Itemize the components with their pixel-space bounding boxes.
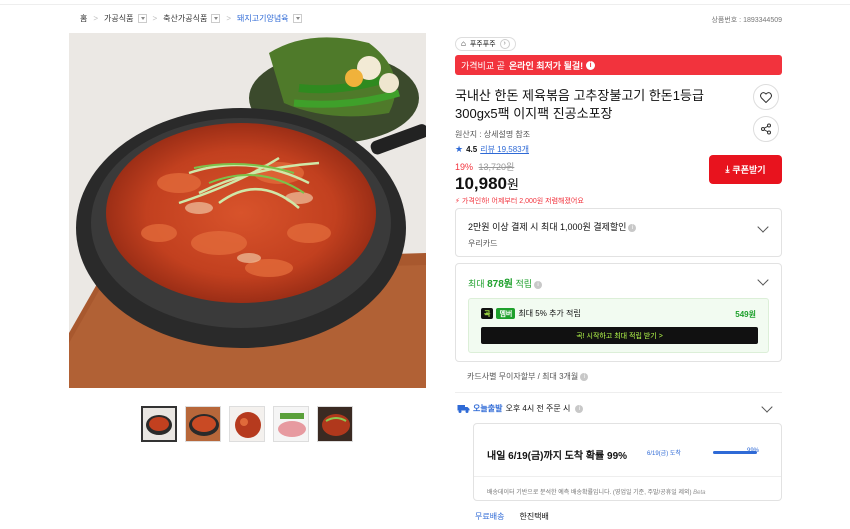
delivery-time: 오후 4시 전 주문 시 <box>505 404 571 413</box>
tab-free-shipping[interactable]: 무료배송 <box>475 511 504 522</box>
breadcrumb: 홈 > 가공식품 > 축산가공식품 > 돼지고기양념육 <box>80 13 302 24</box>
card-benefit-title: 2만원 이상 결제 시 최대 1,000원 결제할인 i <box>468 220 637 233</box>
membership-cta-button[interactable]: 곡! 시작하고 최대 적립 받기 > <box>481 327 758 344</box>
info-icon: i <box>586 60 596 70</box>
points-amount: 878원 <box>487 279 513 290</box>
forecast-note: 배송데이터 기반으로 분석한 예측 배송확률입니다. (영업일 기준, 주말/공… <box>487 487 706 496</box>
coupon-button[interactable]: ⤓ 쿠폰받기 <box>709 155 782 184</box>
delivery-header: 오늘출발 오후 4시 전 주문 시 i <box>457 403 584 414</box>
info-icon: i <box>534 280 543 289</box>
heart-icon <box>760 91 772 103</box>
thumbnail-list <box>141 406 353 442</box>
card-benefit-text: 2만원 이상 결제 시 최대 1,000원 결제할인 <box>468 222 627 232</box>
dropdown-icon[interactable] <box>292 14 302 23</box>
dropdown-icon[interactable] <box>137 14 147 23</box>
thumbnail-3[interactable] <box>229 406 265 442</box>
price-drop-icon: ⚡ <box>455 198 460 205</box>
price-drop-notice: ⚡ 가격인하! 어제부터 2,000원 저렴해졌어요 <box>455 196 782 206</box>
chevron-down-icon[interactable] <box>757 221 769 233</box>
member-badge-2: 멤버 <box>496 308 516 319</box>
member-badge-1: 곡 <box>481 308 494 319</box>
points-prefix: 최대 <box>468 279 485 289</box>
share-icon <box>761 123 771 135</box>
shipping-tabs: 무료배송 한진택배 <box>475 511 549 522</box>
installment-info: 카드사별 무이자할부 / 최대 3개월 i <box>467 371 589 382</box>
chevron-down-icon[interactable] <box>757 274 769 286</box>
membership-cta-label: 곡! 시작하고 최대 적립 받기 > <box>576 332 663 340</box>
banner-emphasis: 온라인 최저가 될걸! <box>508 60 584 71</box>
chevron-right-icon: › <box>499 38 510 49</box>
beta-label: Beta <box>693 490 706 496</box>
banner-prefix: 가격비교 곧 <box>461 60 505 71</box>
top-divider <box>0 4 850 5</box>
reviews-link[interactable]: 리뷰 19,583개 <box>480 144 529 155</box>
chevron-right-icon: > <box>93 14 99 23</box>
info-icon: i <box>580 372 589 381</box>
chevron-down-icon[interactable] <box>761 401 773 413</box>
thumbnail-4[interactable] <box>273 406 309 442</box>
thumbnail-2[interactable] <box>185 406 221 442</box>
promo-text: 가격인하! 어제부터 2,000원 저렴해졌어요 <box>461 198 584 205</box>
share-button[interactable] <box>753 116 779 142</box>
chevron-right-icon: > <box>152 14 158 23</box>
store-name: 푸주푸주 <box>469 40 496 48</box>
bar-label: 6/19(금) 도착 <box>647 451 681 457</box>
wishlist-button[interactable] <box>753 84 779 110</box>
coupon-label: 쿠폰받기 <box>732 165 766 175</box>
membership-panel: 곡 멤버 최대 5% 추가 적립 549원 곡! 시작하고 최대 적립 받기 > <box>468 298 769 353</box>
card-benefit-box[interactable]: 2만원 이상 결제 시 최대 1,000원 결제할인 i 우리카드 <box>455 208 782 257</box>
forecast-note-text: 배송데이터 기반으로 분석한 예측 배송확률입니다. (영업일 기준, 주말/공… <box>487 490 692 496</box>
breadcrumb-cat2[interactable]: 축산가공식품 <box>163 13 207 24</box>
discount-percent: 19% <box>455 162 474 172</box>
rating-value: 4.5 <box>466 145 478 154</box>
info-icon: i <box>628 223 637 232</box>
info-icon: i <box>575 404 584 413</box>
thumbnail-5[interactable] <box>317 406 353 442</box>
points-box: 최대 878원 적립 i 곡 멤버 최대 5% 추가 적립 549원 곡! 시작하… <box>455 263 782 362</box>
truck-icon <box>457 405 470 413</box>
delivery-forecast-box: 내일 6/19(금)까지 도착 확률 99% 6/19(금) 도착 99% 배송… <box>473 423 782 501</box>
card-name: 우리카드 <box>468 239 498 248</box>
home-icon: ⌂ <box>461 39 466 48</box>
product-main-image[interactable] <box>69 33 426 388</box>
store-link[interactable]: ⌂ 푸주푸주 › <box>455 36 516 51</box>
price-value: 10,980 <box>455 174 507 193</box>
member-row: 곡 멤버 최대 5% 추가 적립 <box>481 308 581 319</box>
price-compare-banner[interactable]: 가격비교 곧 온라인 최저가 될걸! i <box>455 55 782 75</box>
dropdown-icon[interactable] <box>211 14 221 23</box>
divider <box>474 476 781 477</box>
price-unit: 원 <box>507 177 519 192</box>
delivery-brand: 오늘출발 <box>473 404 503 413</box>
tab-carrier[interactable]: 한진택배 <box>519 511 548 522</box>
original-price: 13,720원 <box>478 162 515 172</box>
breadcrumb-home[interactable]: 홈 <box>80 13 87 24</box>
rating-row: ★ 4.5 리뷰 19,583개 <box>455 144 782 155</box>
points-title: 최대 878원 적립 i <box>468 275 543 290</box>
thumbnail-1[interactable] <box>141 406 177 442</box>
bar-percent: 99% <box>747 448 760 454</box>
download-icon: ⤓ <box>725 164 730 174</box>
member-amount: 549원 <box>735 310 756 319</box>
installment-text: 카드사별 무이자할부 / 최대 3개월 <box>467 372 579 381</box>
product-number: 상품번호 : 1893344509 <box>711 17 782 24</box>
arrival-forecast: 내일 6/19(금)까지 도착 확률 99% <box>487 451 628 462</box>
chevron-right-icon: > <box>226 14 232 23</box>
points-suffix: 적립 <box>515 279 533 289</box>
divider <box>455 392 782 393</box>
product-info: ⌂ 푸주푸주 › 가격비교 곧 온라인 최저가 될걸! i 국내산 한돈 제육볶… <box>455 33 782 206</box>
product-title: 국내산 한돈 제육볶음 고추장불고기 한돈1등급 300gx5팩 이지팩 진공소… <box>455 88 704 121</box>
product-origin: 원산지 : 상세설명 참조 <box>455 130 531 139</box>
member-text: 최대 5% 추가 적립 <box>518 309 581 318</box>
breadcrumb-cat1[interactable]: 가공식품 <box>104 13 133 24</box>
breadcrumb-cat3[interactable]: 돼지고기양념육 <box>237 13 289 24</box>
star-icon: ★ <box>455 144 464 154</box>
